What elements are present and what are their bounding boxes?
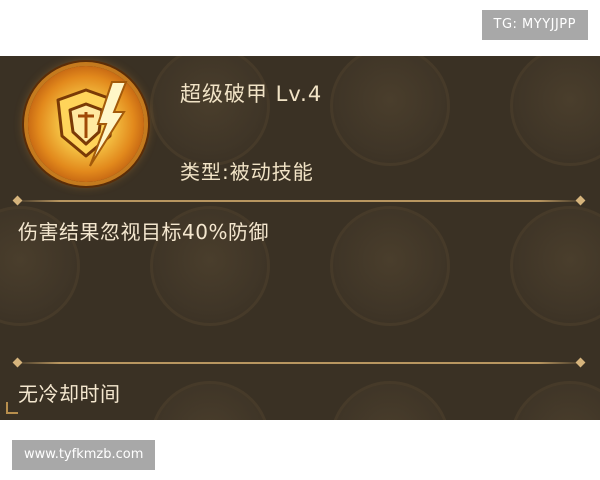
background-skill-slot: [510, 206, 600, 326]
skill-type: 类型:被动技能: [180, 160, 314, 184]
skill-tooltip: 超级破甲 Lv.4 类型:被动技能 伤害结果忽视目标40%防御 无冷却时间: [0, 56, 600, 420]
background-skill-slot: [330, 56, 450, 166]
panel-corner-ornament: [6, 402, 18, 414]
background-skill-slot: [330, 381, 450, 420]
background-skill-slot: [510, 381, 600, 420]
watermark-top: TG: MYYJJPP: [481, 10, 588, 40]
skill-name: 超级破甲 Lv.4: [180, 82, 323, 106]
background-skill-slot: [150, 381, 270, 420]
background-skill-slot: [510, 56, 600, 166]
background-skill-slot: [150, 56, 270, 166]
divider: [12, 195, 586, 206]
watermark-bottom: www.tyfkmzb.com: [12, 440, 156, 470]
screenshot: TG: MYYJJPP 超级破甲 Lv.4 类型:被动技能 伤害结果忽视目标40…: [0, 0, 600, 480]
armor-break-icon: [28, 66, 144, 182]
skill-effect: 伤害结果忽视目标40%防御: [18, 220, 269, 244]
skill-cooldown: 无冷却时间: [18, 382, 121, 406]
divider: [12, 357, 586, 368]
background-skill-slot: [330, 206, 450, 326]
